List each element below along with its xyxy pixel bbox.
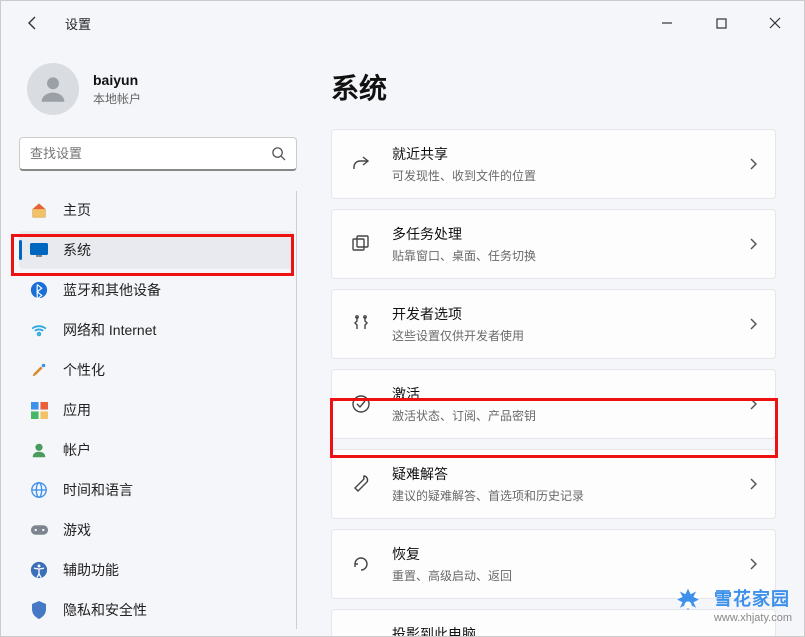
- avatar: [27, 63, 79, 115]
- sidebar-item-accounts[interactable]: 帐户: [19, 431, 294, 469]
- page-title: 系统: [331, 67, 776, 107]
- arrow-left-icon: [25, 15, 41, 31]
- check-circle-icon: [350, 393, 372, 415]
- shield-icon: [29, 600, 49, 620]
- chevron-right-icon: [749, 238, 757, 250]
- sidebar-item-network[interactable]: 网络和 Internet: [19, 311, 294, 349]
- search-input[interactable]: [30, 146, 271, 161]
- sidebar-item-label: 隐私和安全性: [63, 600, 147, 620]
- card-sub: 重置、高级启动、返回: [392, 567, 749, 584]
- search-icon: [271, 146, 286, 161]
- close-icon: [769, 17, 781, 29]
- account-icon: [29, 440, 49, 460]
- card-title: 投影到此电脑: [392, 624, 749, 636]
- sidebar-item-label: 时间和语言: [63, 480, 133, 500]
- user-profile[interactable]: baiyun 本地帐户: [19, 63, 297, 115]
- card-title: 激活: [392, 384, 749, 404]
- back-button[interactable]: [19, 9, 47, 37]
- card-title: 多任务处理: [392, 224, 749, 244]
- sidebar-item-label: 蓝牙和其他设备: [63, 280, 161, 300]
- sidebar-item-system[interactable]: 系统: [19, 231, 294, 269]
- minimize-icon: [661, 17, 673, 29]
- tools-icon: [350, 313, 372, 335]
- sidebar-item-label: 个性化: [63, 360, 105, 380]
- sidebar-item-label: 应用: [63, 400, 91, 420]
- watermark-text: 雪花家园: [714, 585, 792, 611]
- globe-icon: [29, 480, 49, 500]
- sidebar-item-label: 辅助功能: [63, 560, 119, 580]
- sidebar-item-label: 系统: [63, 240, 91, 260]
- wifi-icon: [29, 320, 49, 340]
- sidebar-item-label: 帐户: [63, 440, 91, 460]
- search-box[interactable]: [19, 137, 297, 171]
- sidebar-item-bluetooth[interactable]: 蓝牙和其他设备: [19, 271, 294, 309]
- snowflake-logo-icon: [670, 587, 706, 623]
- sidebar-item-label: 游戏: [63, 520, 91, 540]
- wrench-icon: [350, 473, 372, 495]
- apps-icon: [29, 400, 49, 420]
- maximize-button[interactable]: [706, 8, 736, 38]
- sidebar-item-gaming[interactable]: 游戏: [19, 511, 294, 549]
- card-title: 疑难解答: [392, 464, 749, 484]
- sidebar-item-label: 网络和 Internet: [63, 320, 156, 340]
- sidebar-item-time-language[interactable]: 时间和语言: [19, 471, 294, 509]
- home-icon: [29, 200, 49, 220]
- accessibility-icon: [29, 560, 49, 580]
- chevron-right-icon: [749, 158, 757, 170]
- card-sub: 可发现性、收到文件的位置: [392, 167, 749, 184]
- share-icon: [350, 153, 372, 175]
- sidebar-item-privacy[interactable]: 隐私和安全性: [19, 591, 294, 629]
- maximize-icon: [716, 18, 727, 29]
- close-button[interactable]: [760, 8, 790, 38]
- user-name: baiyun: [93, 72, 141, 88]
- chevron-right-icon: [749, 398, 757, 410]
- brush-icon: [29, 360, 49, 380]
- project-icon: [350, 633, 372, 636]
- sidebar-item-accessibility[interactable]: 辅助功能: [19, 551, 294, 589]
- card-troubleshoot[interactable]: 疑难解答建议的疑难解答、首选项和历史记录: [331, 449, 776, 519]
- sidebar-item-home[interactable]: 主页: [19, 191, 294, 229]
- window-title: 设置: [65, 14, 91, 33]
- watermark: 雪花家园 www.xhjaty.com: [670, 585, 792, 624]
- card-activation[interactable]: 激活激活状态、订阅、产品密钥: [331, 369, 776, 439]
- person-icon: [36, 72, 70, 106]
- card-sub: 这些设置仅供开发者使用: [392, 327, 749, 344]
- card-sub: 建议的疑难解答、首选项和历史记录: [392, 487, 749, 504]
- card-sub: 贴靠窗口、桌面、任务切换: [392, 247, 749, 264]
- sidebar-item-label: 主页: [63, 200, 91, 220]
- card-title: 恢复: [392, 544, 749, 564]
- system-icon: [29, 240, 49, 260]
- minimize-button[interactable]: [652, 8, 682, 38]
- bluetooth-icon: [29, 280, 49, 300]
- card-nearby-sharing[interactable]: 就近共享可发现性、收到文件的位置: [331, 129, 776, 199]
- recovery-icon: [350, 553, 372, 575]
- gamepad-icon: [29, 520, 49, 540]
- card-title: 开发者选项: [392, 304, 749, 324]
- user-type: 本地帐户: [93, 90, 141, 107]
- card-multitasking[interactable]: 多任务处理贴靠窗口、桌面、任务切换: [331, 209, 776, 279]
- chevron-right-icon: [749, 318, 757, 330]
- sidebar-item-apps[interactable]: 应用: [19, 391, 294, 429]
- card-developer[interactable]: 开发者选项这些设置仅供开发者使用: [331, 289, 776, 359]
- multitask-icon: [350, 233, 372, 255]
- chevron-right-icon: [749, 478, 757, 490]
- card-title: 就近共享: [392, 144, 749, 164]
- watermark-url: www.xhjaty.com: [714, 612, 792, 624]
- sidebar-item-personalization[interactable]: 个性化: [19, 351, 294, 389]
- card-sub: 激活状态、订阅、产品密钥: [392, 407, 749, 424]
- chevron-right-icon: [749, 558, 757, 570]
